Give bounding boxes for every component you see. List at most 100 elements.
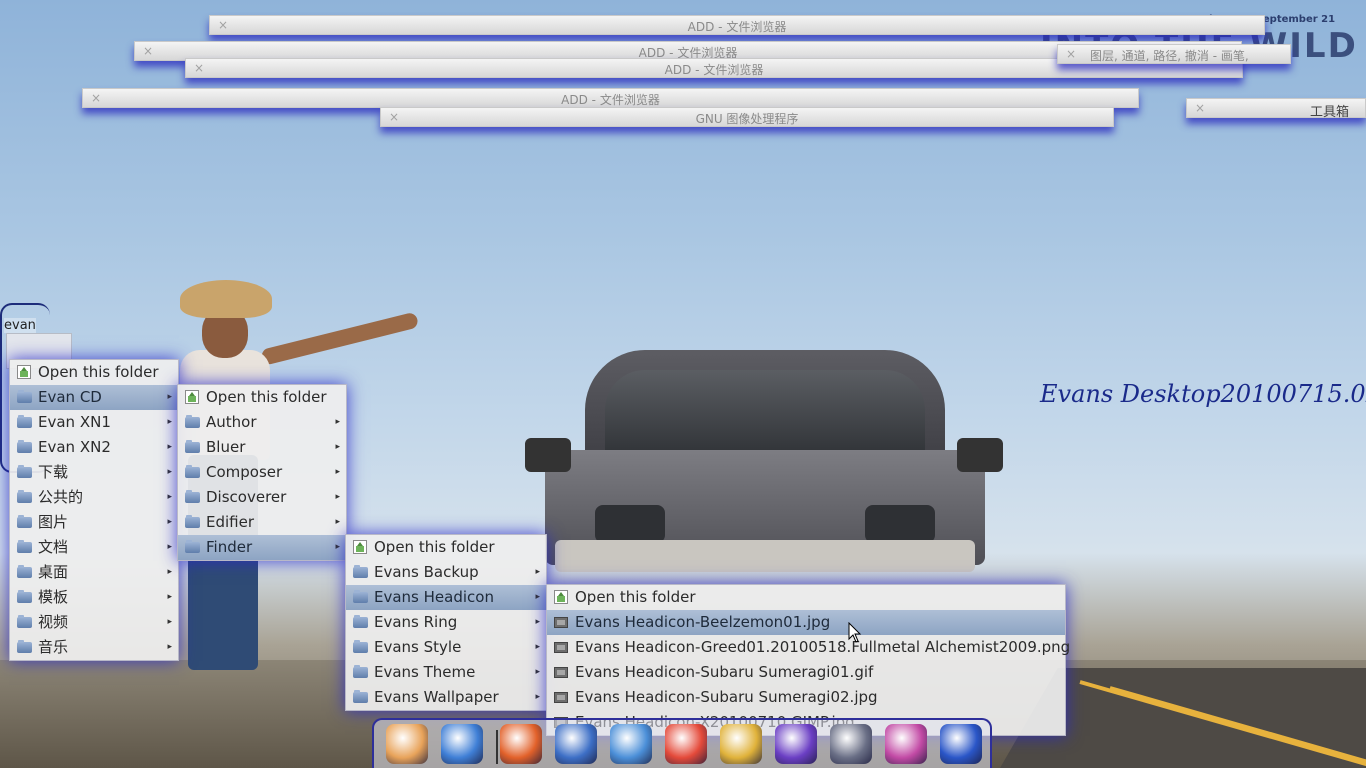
folder-icon <box>17 440 32 453</box>
menu-item[interactable]: Evans Backup ▸ <box>346 560 546 585</box>
qq-icon[interactable] <box>665 724 707 764</box>
submenu-arrow-icon: ▸ <box>167 517 172 527</box>
menu-item[interactable]: Discoverer ▸ <box>178 485 346 510</box>
menu-item[interactable]: 模板 ▸ <box>10 585 178 610</box>
open-folder-icon <box>353 540 367 554</box>
window-title: GNU 图像处理程序 <box>695 112 799 126</box>
menu-item[interactable]: Bluer ▸ <box>178 435 346 460</box>
window-titlebar-file-browser[interactable]: × ADD - 文件浏览器 <box>209 15 1265 35</box>
menu-item[interactable]: Evans Theme ▸ <box>346 660 546 685</box>
folder-icon <box>353 615 368 628</box>
folder-icon <box>353 640 368 653</box>
submenu-arrow-icon: ▸ <box>535 567 540 577</box>
folder-icon <box>185 415 200 428</box>
submenu-arrow-icon: ▸ <box>167 642 172 652</box>
submenu-arrow-icon: ▸ <box>167 592 172 602</box>
open-folder-icon <box>17 365 31 379</box>
window-titlebar-layers[interactable]: × 图层, 通道, 路径, 撤消 - 画笔, <box>1057 44 1291 64</box>
window-title: 工具箱 <box>1309 105 1349 120</box>
submenu-arrow-icon: ▸ <box>335 417 340 427</box>
menu-item[interactable]: 视频 ▸ <box>10 610 178 635</box>
submenu-arrow-icon: ▸ <box>535 692 540 702</box>
menu-item[interactable]: Evans Wallpaper ▸ <box>346 685 546 710</box>
evolution-icon[interactable] <box>940 724 982 764</box>
folder-icon <box>17 390 32 403</box>
menu-item-label: 桌面 <box>38 563 69 581</box>
menu-item[interactable]: Open this folder <box>346 535 546 560</box>
games-icon[interactable] <box>720 724 762 764</box>
menu-item[interactable]: 文档 ▸ <box>10 535 178 560</box>
menu-item-label: Bluer <box>206 438 246 456</box>
menu-item-label: 下载 <box>38 463 69 481</box>
gif-file-icon <box>554 667 568 678</box>
submenu-arrow-icon: ▸ <box>167 442 172 452</box>
menu-item[interactable]: 公共的 ▸ <box>10 485 178 510</box>
mouse-cursor-icon <box>848 622 862 643</box>
window-titlebar-file-browser[interactable]: × ADD - 文件浏览器 <box>82 88 1139 108</box>
menu-item[interactable]: Evans Headicon-Greed01.20100518.Fullmeta… <box>547 635 1070 660</box>
menu-item[interactable]: Composer ▸ <box>178 460 346 485</box>
folder-icon <box>185 515 200 528</box>
menu-item-label: Edifier <box>206 513 255 531</box>
menu-item-label: Evans Headicon-Subaru Sumeragi02.jpg <box>575 688 878 706</box>
documents-folder-icon <box>17 540 32 553</box>
open-folder-icon <box>554 590 568 604</box>
menu-item[interactable]: Evans Headicon-Subaru Sumeragi01.gif <box>547 660 1065 685</box>
menu-item-label: Evans Theme <box>374 663 476 681</box>
submenu-arrow-icon: ▸ <box>167 492 172 502</box>
chat-icon[interactable] <box>441 724 483 764</box>
firefox-icon[interactable] <box>500 724 542 764</box>
menu-item[interactable]: 桌面 ▸ <box>10 560 178 585</box>
menu-item-label: Open this folder <box>206 388 327 406</box>
menu-item-label: Composer <box>206 463 283 481</box>
car-figure <box>525 350 1005 595</box>
menu-item[interactable]: Evans Style ▸ <box>346 635 546 660</box>
pidgin-icon[interactable] <box>555 724 597 764</box>
menu-item-label: Author <box>206 413 257 431</box>
menu-item[interactable]: 下载 ▸ <box>10 460 178 485</box>
menu-item[interactable]: Open this folder <box>10 360 178 385</box>
folder-icon <box>353 565 368 578</box>
download-folder-icon <box>17 465 32 478</box>
menu-item[interactable]: 图片 ▸ <box>10 510 178 535</box>
menu-item[interactable]: Evans Headicon-Subaru Sumeragi02.jpg <box>547 685 1065 710</box>
shapes-icon[interactable] <box>885 724 927 764</box>
mail-icon[interactable] <box>386 724 428 764</box>
editor-icon[interactable] <box>830 724 872 764</box>
menu-item[interactable]: Evans Ring ▸ <box>346 610 546 635</box>
menu-item[interactable]: Author ▸ <box>178 410 346 435</box>
menu-item[interactable]: Open this folder <box>547 585 1065 610</box>
menu-item-label: Finder <box>206 538 253 556</box>
finder-submenu: Open this folder Evans Backup ▸ Evans Headi… <box>345 534 547 711</box>
bluebird-icon[interactable] <box>610 724 652 764</box>
menu-item[interactable]: 音乐 ▸ <box>10 635 178 660</box>
submenu-arrow-icon: ▸ <box>167 617 172 627</box>
folder-icon <box>353 665 368 678</box>
menu-item-label: 视频 <box>38 613 69 631</box>
menu-item[interactable]: Open this folder <box>178 385 346 410</box>
menu-item[interactable]: Evan XN1 ▸ <box>10 410 178 435</box>
menu-item-label: Evans Headicon-Greed01.20100518.Fullmeta… <box>575 638 1071 656</box>
pictures-folder-icon <box>17 515 32 528</box>
menu-item[interactable]: Evans Headicon ▸ <box>346 585 546 610</box>
window-titlebar-gimp[interactable]: × GNU 图像处理程序 <box>380 107 1114 127</box>
menu-item-label: Open this folder <box>575 588 696 606</box>
menu-item[interactable]: Evans Headicon-Beelzemon01.jpg <box>547 610 1065 635</box>
submenu-arrow-icon: ▸ <box>335 467 340 477</box>
menu-item-label: Evans Wallpaper <box>374 688 499 706</box>
desktop-signature: Evans Desktop20100715.02 <box>1040 380 1366 408</box>
book-icon[interactable] <box>775 724 817 764</box>
submenu-arrow-icon: ▸ <box>335 442 340 452</box>
menu-item[interactable]: Edifier ▸ <box>178 510 346 535</box>
window-titlebar-toolbox[interactable]: × 工具箱 <box>1186 98 1366 120</box>
folder-icon <box>353 690 368 703</box>
menu-item[interactable]: Finder ▸ <box>178 535 346 560</box>
launcher-label: evan <box>4 318 36 333</box>
menu-item[interactable]: Evan CD ▸ <box>10 385 178 410</box>
window-title: ADD - 文件浏览器 <box>561 93 660 107</box>
folder-icon <box>185 440 200 453</box>
menu-item-label: Evans Style <box>374 638 462 656</box>
menu-item[interactable]: Evan XN2 ▸ <box>10 435 178 460</box>
places-menu: Open this folder Evan CD ▸ Evan XN1 ▸ Evan XN… <box>9 359 179 661</box>
close-icon[interactable]: × <box>1066 47 1076 61</box>
